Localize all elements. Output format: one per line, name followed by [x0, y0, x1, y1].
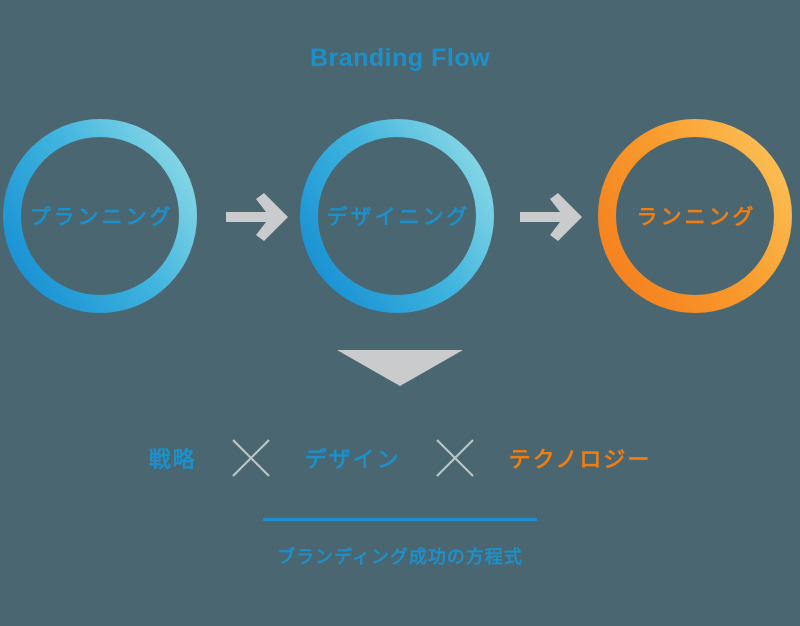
equation-term-technology: テクノロジー	[508, 447, 652, 472]
equation-term-strategy: 戦略	[148, 447, 197, 472]
flow-stage-designing: デザイニング	[299, 118, 495, 314]
arrow-right-icon	[226, 192, 290, 242]
equation-term-design: デザイン	[304, 447, 401, 472]
flow-stage-label: デザイニング	[326, 206, 471, 229]
page-title: Branding Flow	[309, 44, 491, 72]
multiply-icon	[435, 438, 475, 478]
flow-stage-label: ランニング	[636, 206, 757, 229]
flow-stage-running: ランニング	[597, 118, 793, 314]
flow-stage-planning: プランニング	[2, 118, 198, 314]
multiply-icon	[231, 438, 271, 478]
conclusion-block: ブランディング成功の方程式	[0, 518, 800, 569]
arrow-down-icon	[337, 350, 463, 386]
flow-stage-label: プランニング	[29, 206, 174, 229]
success-equation: 戦略 デザイン テクノロジー	[0, 434, 800, 482]
divider	[263, 518, 537, 521]
flow-diagram: プランニング デザイニング ランニング	[0, 118, 800, 314]
branding-flow-infographic: Branding Flow プランニング デザイニング ランニング 戦略 デザイ…	[0, 0, 800, 626]
arrow-right-icon	[520, 192, 584, 242]
conclusion-caption: ブランディング成功の方程式	[277, 547, 523, 567]
